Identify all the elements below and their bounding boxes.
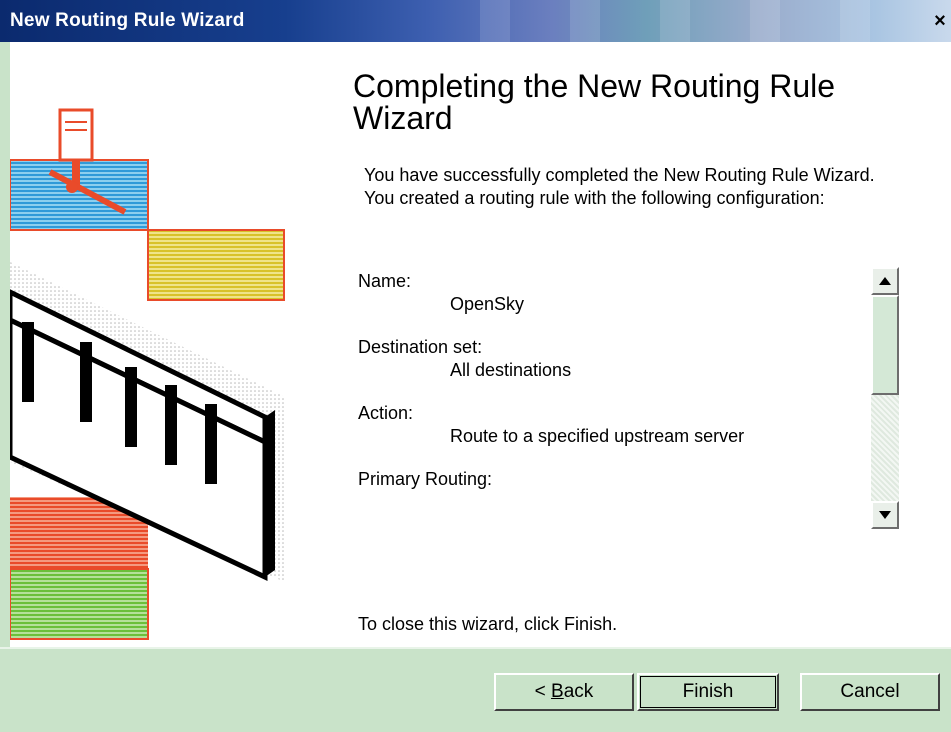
- intro-text: You have successfully completed the New …: [364, 165, 875, 208]
- config-value: OpenSky: [450, 294, 525, 314]
- window-title: New Routing Rule Wizard: [10, 10, 245, 31]
- back-button-label: ack: [563, 681, 594, 702]
- wizard-illustration: [10, 108, 285, 640]
- scroll-down-button[interactable]: [871, 501, 899, 529]
- close-button[interactable]: ×: [929, 10, 951, 32]
- up-arrow-icon: [879, 277, 891, 285]
- config-item-action: Action: Route to a specified upstream se…: [358, 402, 868, 448]
- wizard-content: Completing the New Routing Rule Wizard Y…: [0, 42, 951, 647]
- config-label: Action:: [358, 403, 414, 423]
- scroll-thumb[interactable]: [871, 295, 899, 395]
- back-button[interactable]: < Back: [494, 673, 634, 711]
- finish-instruction: To close this wizard, click Finish.: [358, 614, 618, 634]
- page-title: Completing the New Routing Rule Wizard: [353, 68, 836, 136]
- back-button-prefix: <: [534, 681, 552, 702]
- configuration-summary: Name: OpenSky Destination set: All desti…: [358, 270, 868, 538]
- config-label: Name:: [358, 271, 412, 291]
- title-bar: New Routing Rule Wizard ×: [0, 0, 951, 42]
- scroll-up-button[interactable]: [871, 267, 899, 295]
- config-label: Primary Routing:: [358, 469, 493, 489]
- finish-button[interactable]: Finish: [637, 673, 779, 711]
- config-item-destination-set: Destination set: All destinations: [358, 336, 868, 382]
- config-value: All destinations: [450, 360, 572, 380]
- config-scrollbar[interactable]: [871, 267, 899, 529]
- config-item-name: Name: OpenSky: [358, 270, 868, 316]
- cancel-button[interactable]: Cancel: [800, 673, 940, 711]
- config-item-primary-routing: Primary Routing:: [358, 468, 868, 490]
- back-button-accelerator: B: [551, 681, 564, 702]
- config-value: Route to a specified upstream server: [450, 426, 745, 446]
- config-label: Destination set:: [358, 337, 483, 357]
- title-bar-decoration: [420, 0, 920, 42]
- button-bar: < Back Finish Cancel: [0, 647, 951, 732]
- down-arrow-icon: [879, 511, 891, 519]
